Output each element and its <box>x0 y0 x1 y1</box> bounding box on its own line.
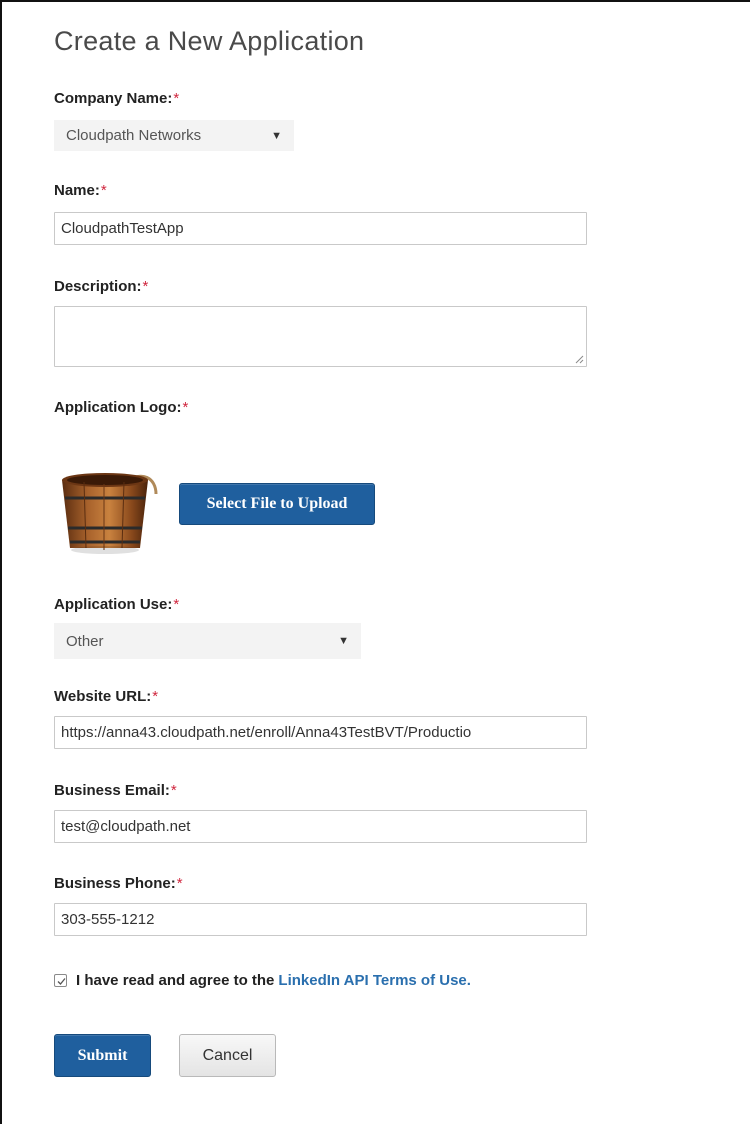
application-use-select[interactable]: Other ▼ <box>54 623 361 659</box>
description-label: Description:* <box>54 278 149 295</box>
name-label: Name:* <box>54 182 107 199</box>
company-name-label: Company Name:* <box>54 90 180 107</box>
name-input[interactable]: CloudpathTestApp <box>54 212 587 245</box>
company-name-selected: Cloudpath Networks <box>66 127 202 144</box>
required-marker: * <box>142 278 149 295</box>
terms-of-use-link[interactable]: LinkedIn API Terms of Use. <box>278 972 471 989</box>
website-url-value: https://anna43.cloudpath.net/enroll/Anna… <box>61 724 472 741</box>
bucket-logo-icon <box>62 473 158 554</box>
website-url-input[interactable]: https://anna43.cloudpath.net/enroll/Anna… <box>54 716 587 749</box>
business-email-label: Business Email:* <box>54 782 177 799</box>
business-phone-label: Business Phone:* <box>54 875 183 892</box>
required-marker: * <box>100 182 107 199</box>
page-title: Create a New Application <box>54 26 365 56</box>
required-marker: * <box>152 688 159 705</box>
resize-grip-icon[interactable] <box>574 354 584 364</box>
terms-row: I have read and agree to the LinkedIn AP… <box>54 972 471 989</box>
terms-text: I have read and agree to the <box>76 972 275 989</box>
required-marker: * <box>173 90 180 107</box>
cancel-button[interactable]: Cancel <box>179 1034 276 1077</box>
checkmark-icon <box>57 978 66 985</box>
business-phone-input[interactable]: 303-555-1212 <box>54 903 587 936</box>
terms-checkbox[interactable] <box>54 974 67 987</box>
website-url-label: Website URL:* <box>54 688 159 705</box>
application-use-selected: Other <box>66 632 104 650</box>
required-marker: * <box>173 596 180 613</box>
company-name-select[interactable]: Cloudpath Networks ▼ <box>54 120 294 151</box>
business-email-input[interactable]: test@cloudpath.net <box>54 810 587 843</box>
required-marker: * <box>176 875 183 892</box>
business-email-value: test@cloudpath.net <box>61 818 191 835</box>
business-phone-value: 303-555-1212 <box>61 911 155 928</box>
name-value: CloudpathTestApp <box>61 220 184 237</box>
required-marker: * <box>182 399 189 416</box>
window-frame <box>0 0 750 1124</box>
select-file-button[interactable]: Select File to Upload <box>179 483 375 525</box>
chevron-down-icon: ▼ <box>338 635 349 647</box>
submit-button[interactable]: Submit <box>54 1034 151 1077</box>
required-marker: * <box>170 782 177 799</box>
description-textarea[interactable] <box>54 306 587 367</box>
chevron-down-icon: ▼ <box>271 129 282 142</box>
application-logo-label: Application Logo:* <box>54 399 189 416</box>
application-use-label: Application Use:* <box>54 596 180 613</box>
